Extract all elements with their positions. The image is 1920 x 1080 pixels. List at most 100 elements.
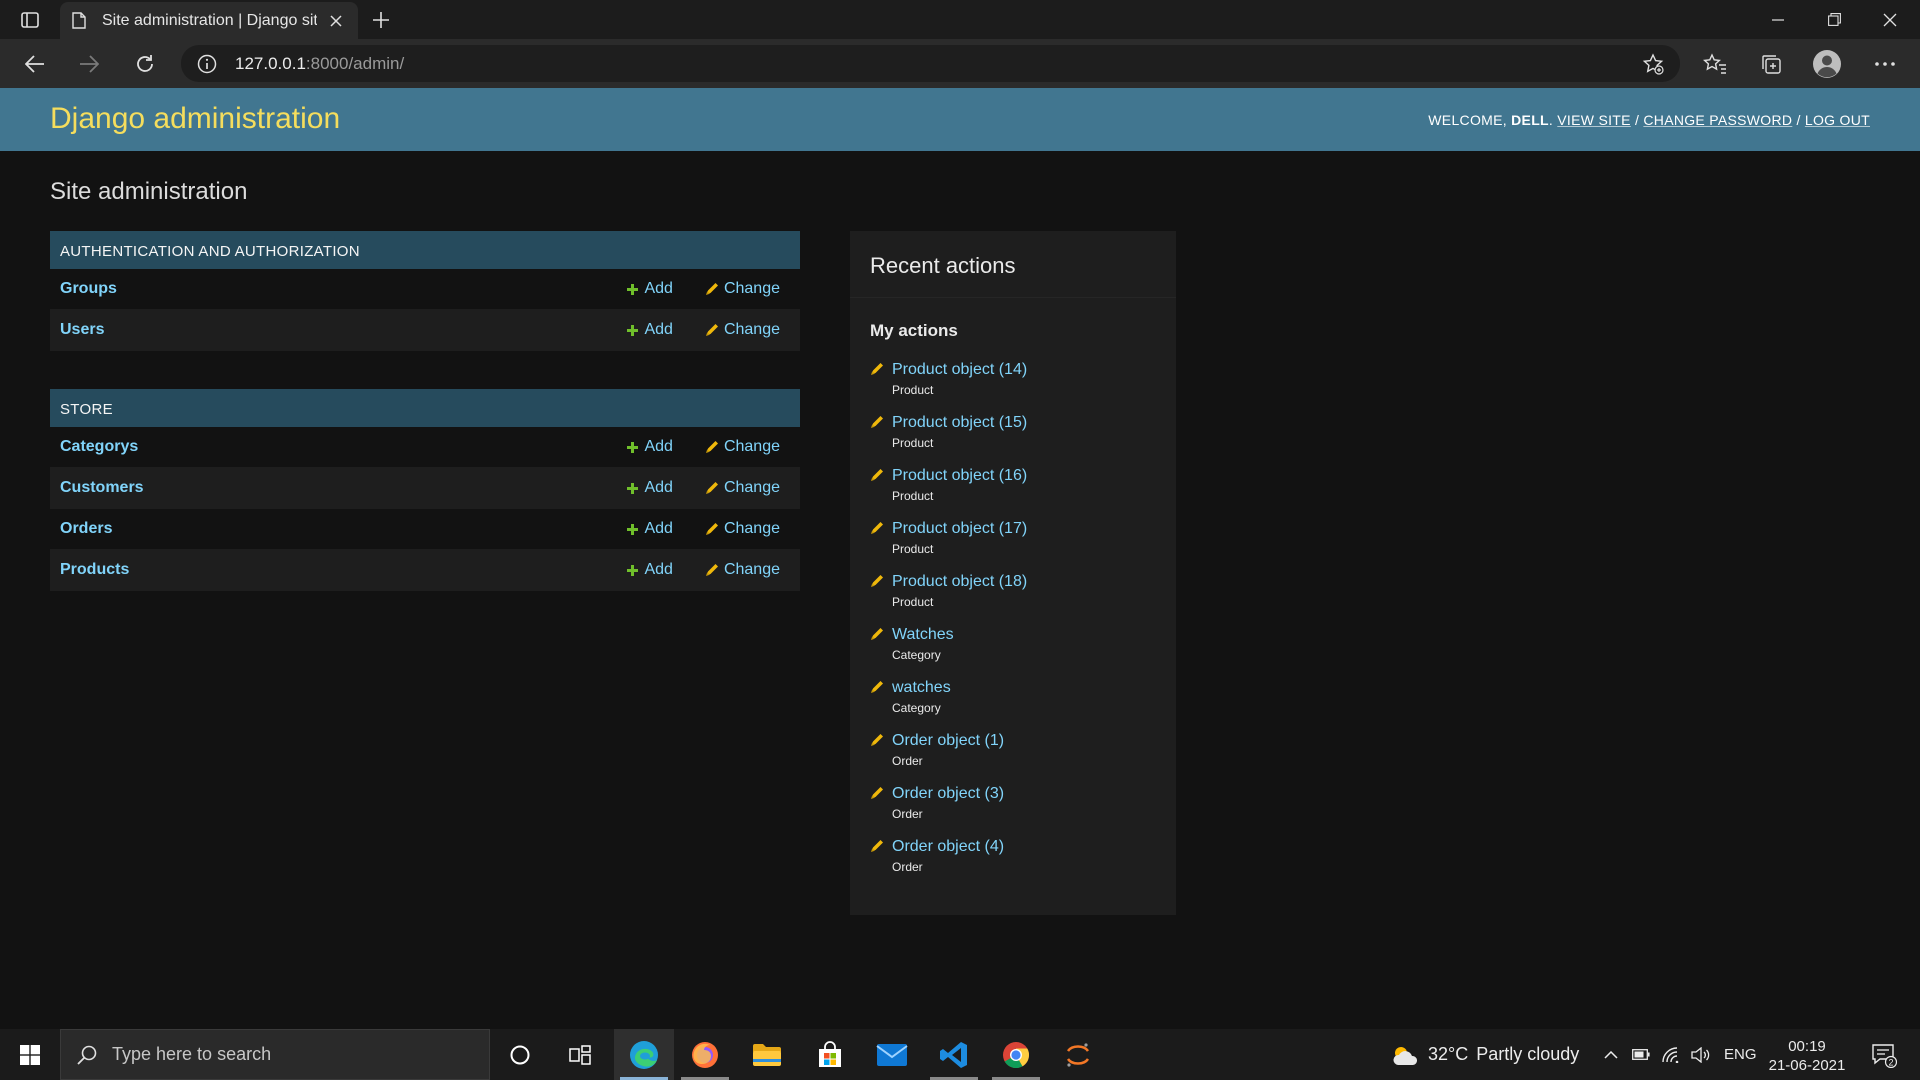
minimize-button[interactable] [1750, 0, 1806, 39]
action-link[interactable]: Product object (16) [892, 466, 1160, 486]
favorites-icon [1703, 53, 1726, 74]
clock[interactable]: 00:19 21-06-2021 [1762, 1037, 1852, 1075]
forward-button[interactable] [74, 49, 104, 79]
close-window-button[interactable] [1862, 0, 1918, 39]
back-button[interactable] [20, 49, 50, 79]
module-caption[interactable]: STORE [50, 389, 800, 427]
add-categorys-button[interactable]: Add [626, 438, 673, 456]
taskbar-jupyter[interactable] [1048, 1029, 1108, 1080]
action-link[interactable]: Watches [892, 625, 1160, 645]
language-indicator[interactable]: ENG [1724, 1029, 1757, 1080]
taskbar-mail[interactable] [862, 1029, 922, 1080]
tab-close-icon[interactable] [326, 11, 346, 31]
change-products-button[interactable]: Change [705, 561, 780, 579]
action-link[interactable]: Product object (18) [892, 572, 1160, 592]
my-actions-title: My actions [870, 321, 958, 340]
address-bar[interactable]: 127.0.0.1:8000/admin/ [181, 45, 1680, 82]
profile-button[interactable] [1812, 49, 1842, 79]
volume-button[interactable] [1688, 1029, 1714, 1080]
change-password-link[interactable]: CHANGE PASSWORD [1643, 112, 1792, 128]
change-groups-button[interactable]: Change [705, 280, 780, 298]
model-link-products[interactable]: Products [60, 561, 626, 579]
model-link-groups[interactable]: Groups [60, 280, 626, 298]
module-caption[interactable]: AUTHENTICATION AND AUTHORIZATION [50, 231, 800, 269]
chevron-up-icon [1604, 1050, 1618, 1059]
search-placeholder: Type here to search [112, 1044, 272, 1064]
add-orders-button[interactable]: Add [626, 520, 673, 538]
add-customers-button[interactable]: Add [626, 479, 673, 497]
action-link[interactable]: Product object (15) [892, 413, 1160, 433]
info-icon[interactable] [197, 54, 217, 74]
view-site-link[interactable]: VIEW SITE [1557, 112, 1631, 128]
clock-time: 00:19 [1788, 1038, 1826, 1055]
browser-tab-active[interactable]: Site administration | Django site admin [60, 2, 358, 39]
model-link-categorys[interactable]: Categorys [60, 438, 626, 456]
action-type: Order [892, 807, 923, 821]
notification-center-button[interactable]: 2 [1862, 1029, 1906, 1080]
model-link-customers[interactable]: Customers [60, 479, 626, 497]
action-type: Product [892, 489, 934, 503]
pencil-icon [870, 627, 886, 643]
chrome-icon [1003, 1041, 1030, 1068]
taskbar-store[interactable] [800, 1029, 860, 1080]
taskbar-vscode[interactable] [924, 1029, 984, 1080]
add-favorite-icon[interactable] [1642, 53, 1664, 75]
cortana-button[interactable] [490, 1029, 550, 1080]
separator: / [1792, 112, 1805, 128]
list-item: Product object (15) Product [870, 413, 1160, 466]
change-customers-button[interactable]: Change [705, 479, 780, 497]
taskbar-search-box[interactable]: Type here to search [60, 1029, 490, 1080]
plus-icon [627, 324, 639, 336]
restore-button[interactable] [1806, 0, 1862, 39]
url-path: :8000/admin/ [305, 53, 405, 73]
vscode-icon [940, 1041, 967, 1068]
list-item: Product object (14) Product [870, 360, 1160, 413]
new-tab-button[interactable] [368, 7, 394, 33]
refresh-button[interactable] [130, 49, 160, 79]
minimize-icon [1772, 18, 1784, 21]
action-type: Product [892, 542, 934, 556]
action-link[interactable]: Order object (4) [892, 837, 1160, 857]
network-button[interactable] [1658, 1029, 1684, 1080]
settings-menu-button[interactable] [1870, 49, 1900, 79]
recent-actions-panel: Recent actions My actions Product object… [850, 231, 1176, 915]
taskbar-chrome[interactable] [986, 1029, 1046, 1080]
change-users-button[interactable]: Change [705, 321, 780, 339]
plus-icon [627, 283, 639, 295]
change-orders-button[interactable]: Change [705, 520, 780, 538]
add-label: Add [644, 438, 673, 455]
module-auth: AUTHENTICATION AND AUTHORIZATION Groups … [50, 231, 800, 351]
model-link-orders[interactable]: Orders [60, 520, 626, 538]
model-link-users[interactable]: Users [60, 321, 626, 339]
action-type: Product [892, 383, 934, 397]
add-users-button[interactable]: Add [626, 321, 673, 339]
favorites-button[interactable] [1700, 49, 1730, 79]
task-view-button[interactable] [550, 1029, 610, 1080]
taskbar-file-explorer[interactable] [737, 1029, 797, 1080]
log-out-link[interactable]: LOG OUT [1805, 112, 1870, 128]
pencil-icon [870, 468, 886, 484]
task-view-icon [569, 1044, 591, 1065]
refresh-icon [137, 55, 153, 72]
taskbar-firefox[interactable] [675, 1029, 735, 1080]
start-button[interactable] [0, 1029, 60, 1080]
action-link[interactable]: watches [892, 678, 1160, 698]
arrow-left-icon [25, 55, 44, 73]
weather-widget[interactable]: 32°C Partly cloudy [1390, 1029, 1579, 1080]
add-groups-button[interactable]: Add [626, 280, 673, 298]
taskbar: Type here to search 32°C Partly cloudy E… [0, 1029, 1920, 1080]
pencil-icon [705, 482, 718, 494]
taskbar-edge[interactable] [614, 1029, 674, 1080]
battery-button[interactable] [1628, 1029, 1654, 1080]
action-link[interactable]: Product object (14) [892, 360, 1160, 380]
plus-icon [627, 564, 639, 576]
collections-button[interactable] [1756, 49, 1786, 79]
tab-actions-button[interactable] [14, 8, 46, 32]
action-link[interactable]: Product object (17) [892, 519, 1160, 539]
change-categorys-button[interactable]: Change [705, 438, 780, 456]
action-link[interactable]: Order object (1) [892, 731, 1160, 751]
show-hidden-icons-button[interactable] [1598, 1029, 1624, 1080]
action-link[interactable]: Order object (3) [892, 784, 1160, 804]
site-brand[interactable]: Django administration [50, 102, 340, 136]
add-products-button[interactable]: Add [626, 561, 673, 579]
